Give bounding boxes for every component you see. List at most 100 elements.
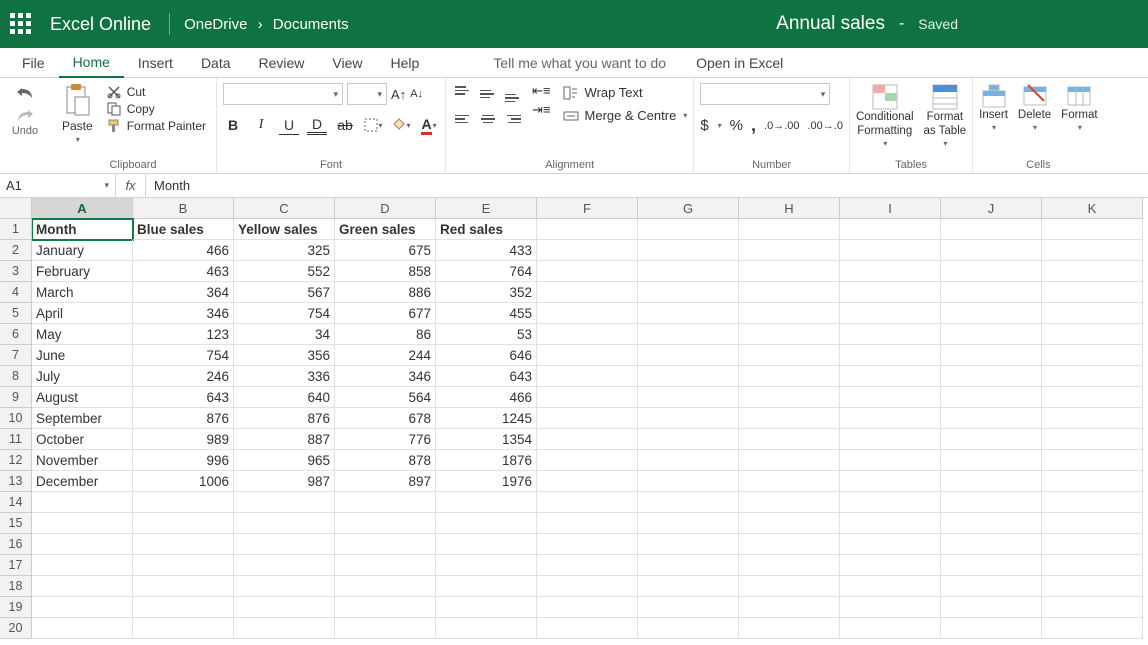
cell-D18[interactable] xyxy=(335,576,436,597)
cell-H6[interactable] xyxy=(739,324,840,345)
cell-D1[interactable]: Green sales xyxy=(335,219,436,240)
app-launcher-icon[interactable] xyxy=(10,13,32,35)
cell-K12[interactable] xyxy=(1042,450,1143,471)
cell-H1[interactable] xyxy=(739,219,840,240)
wrap-text-button[interactable]: Wrap Text xyxy=(563,85,688,100)
increase-indent-button[interactable]: ⇥≡ xyxy=(532,102,550,118)
cell-F10[interactable] xyxy=(537,408,638,429)
delete-cells-button[interactable]: Delete▾ xyxy=(1018,83,1051,132)
cell-A4[interactable]: March xyxy=(32,282,133,303)
cell-E15[interactable] xyxy=(436,513,537,534)
cell-G5[interactable] xyxy=(638,303,739,324)
cell-F17[interactable] xyxy=(537,555,638,576)
cell-I15[interactable] xyxy=(840,513,941,534)
cell-J11[interactable] xyxy=(941,429,1042,450)
menu-insert[interactable]: Insert xyxy=(124,49,187,77)
cell-F16[interactable] xyxy=(537,534,638,555)
row-header-8[interactable]: 8 xyxy=(0,366,32,387)
menu-review[interactable]: Review xyxy=(245,49,319,77)
column-header-H[interactable]: H xyxy=(739,198,840,219)
cell-C10[interactable]: 876 xyxy=(234,408,335,429)
cell-E13[interactable]: 1976 xyxy=(436,471,537,492)
cell-J6[interactable] xyxy=(941,324,1042,345)
cell-C13[interactable]: 987 xyxy=(234,471,335,492)
cell-K2[interactable] xyxy=(1042,240,1143,261)
cell-A5[interactable]: April xyxy=(32,303,133,324)
underline-button[interactable]: U xyxy=(279,115,299,135)
menu-data[interactable]: Data xyxy=(187,49,245,77)
cell-E6[interactable]: 53 xyxy=(436,324,537,345)
cell-J4[interactable] xyxy=(941,282,1042,303)
cell-H16[interactable] xyxy=(739,534,840,555)
cell-B17[interactable] xyxy=(133,555,234,576)
cell-D10[interactable]: 678 xyxy=(335,408,436,429)
cell-G3[interactable] xyxy=(638,261,739,282)
cell-J17[interactable] xyxy=(941,555,1042,576)
row-header-15[interactable]: 15 xyxy=(0,513,32,534)
row-header-12[interactable]: 12 xyxy=(0,450,32,471)
cell-H3[interactable] xyxy=(739,261,840,282)
cell-K5[interactable] xyxy=(1042,303,1143,324)
cell-G15[interactable] xyxy=(638,513,739,534)
cell-D19[interactable] xyxy=(335,597,436,618)
cell-K17[interactable] xyxy=(1042,555,1143,576)
cell-E4[interactable]: 352 xyxy=(436,282,537,303)
cell-J10[interactable] xyxy=(941,408,1042,429)
cell-G17[interactable] xyxy=(638,555,739,576)
cell-A11[interactable]: October xyxy=(32,429,133,450)
decrease-font-button[interactable]: A↓ xyxy=(410,88,423,100)
cell-A20[interactable] xyxy=(32,618,133,639)
cell-I8[interactable] xyxy=(840,366,941,387)
cell-H13[interactable] xyxy=(739,471,840,492)
chevron-down-icon[interactable]: ▾ xyxy=(683,111,687,120)
cell-A14[interactable] xyxy=(32,492,133,513)
cell-K7[interactable] xyxy=(1042,345,1143,366)
cell-J5[interactable] xyxy=(941,303,1042,324)
cell-G12[interactable] xyxy=(638,450,739,471)
cell-I19[interactable] xyxy=(840,597,941,618)
cell-F12[interactable] xyxy=(537,450,638,471)
cell-C9[interactable]: 640 xyxy=(234,387,335,408)
fx-icon[interactable]: fx xyxy=(116,174,146,197)
cell-I1[interactable] xyxy=(840,219,941,240)
cell-B1[interactable]: Blue sales xyxy=(133,219,234,240)
cell-I18[interactable] xyxy=(840,576,941,597)
cell-K9[interactable] xyxy=(1042,387,1143,408)
cell-F15[interactable] xyxy=(537,513,638,534)
cell-E17[interactable] xyxy=(436,555,537,576)
cell-K4[interactable] xyxy=(1042,282,1143,303)
row-header-4[interactable]: 4 xyxy=(0,282,32,303)
cell-B11[interactable]: 989 xyxy=(133,429,234,450)
percent-button[interactable]: % xyxy=(730,117,743,134)
chevron-down-icon[interactable]: ▾ xyxy=(992,123,996,133)
align-right-button[interactable] xyxy=(502,108,524,130)
cell-C7[interactable]: 356 xyxy=(234,345,335,366)
cell-G7[interactable] xyxy=(638,345,739,366)
cell-I14[interactable] xyxy=(840,492,941,513)
cell-G19[interactable] xyxy=(638,597,739,618)
cell-J18[interactable] xyxy=(941,576,1042,597)
cell-F4[interactable] xyxy=(537,282,638,303)
cell-D11[interactable]: 776 xyxy=(335,429,436,450)
column-header-K[interactable]: K xyxy=(1042,198,1143,219)
chevron-down-icon[interactable]: ▾ xyxy=(883,139,887,149)
strikethrough-button[interactable]: ab xyxy=(335,115,355,135)
cell-J15[interactable] xyxy=(941,513,1042,534)
tell-me-input[interactable]: Tell me what you want to do xyxy=(493,55,666,71)
cell-E16[interactable] xyxy=(436,534,537,555)
cell-C8[interactable]: 336 xyxy=(234,366,335,387)
cell-E5[interactable]: 455 xyxy=(436,303,537,324)
column-header-J[interactable]: J xyxy=(941,198,1042,219)
row-header-1[interactable]: 1 xyxy=(0,219,32,240)
select-all-corner[interactable] xyxy=(0,198,32,219)
align-bottom-button[interactable] xyxy=(502,83,524,105)
cell-F3[interactable] xyxy=(537,261,638,282)
cell-D12[interactable]: 878 xyxy=(335,450,436,471)
cell-A13[interactable]: December xyxy=(32,471,133,492)
row-header-17[interactable]: 17 xyxy=(0,555,32,576)
cell-F5[interactable] xyxy=(537,303,638,324)
cell-J14[interactable] xyxy=(941,492,1042,513)
cell-E14[interactable] xyxy=(436,492,537,513)
cell-A2[interactable]: January xyxy=(32,240,133,261)
cell-F6[interactable] xyxy=(537,324,638,345)
